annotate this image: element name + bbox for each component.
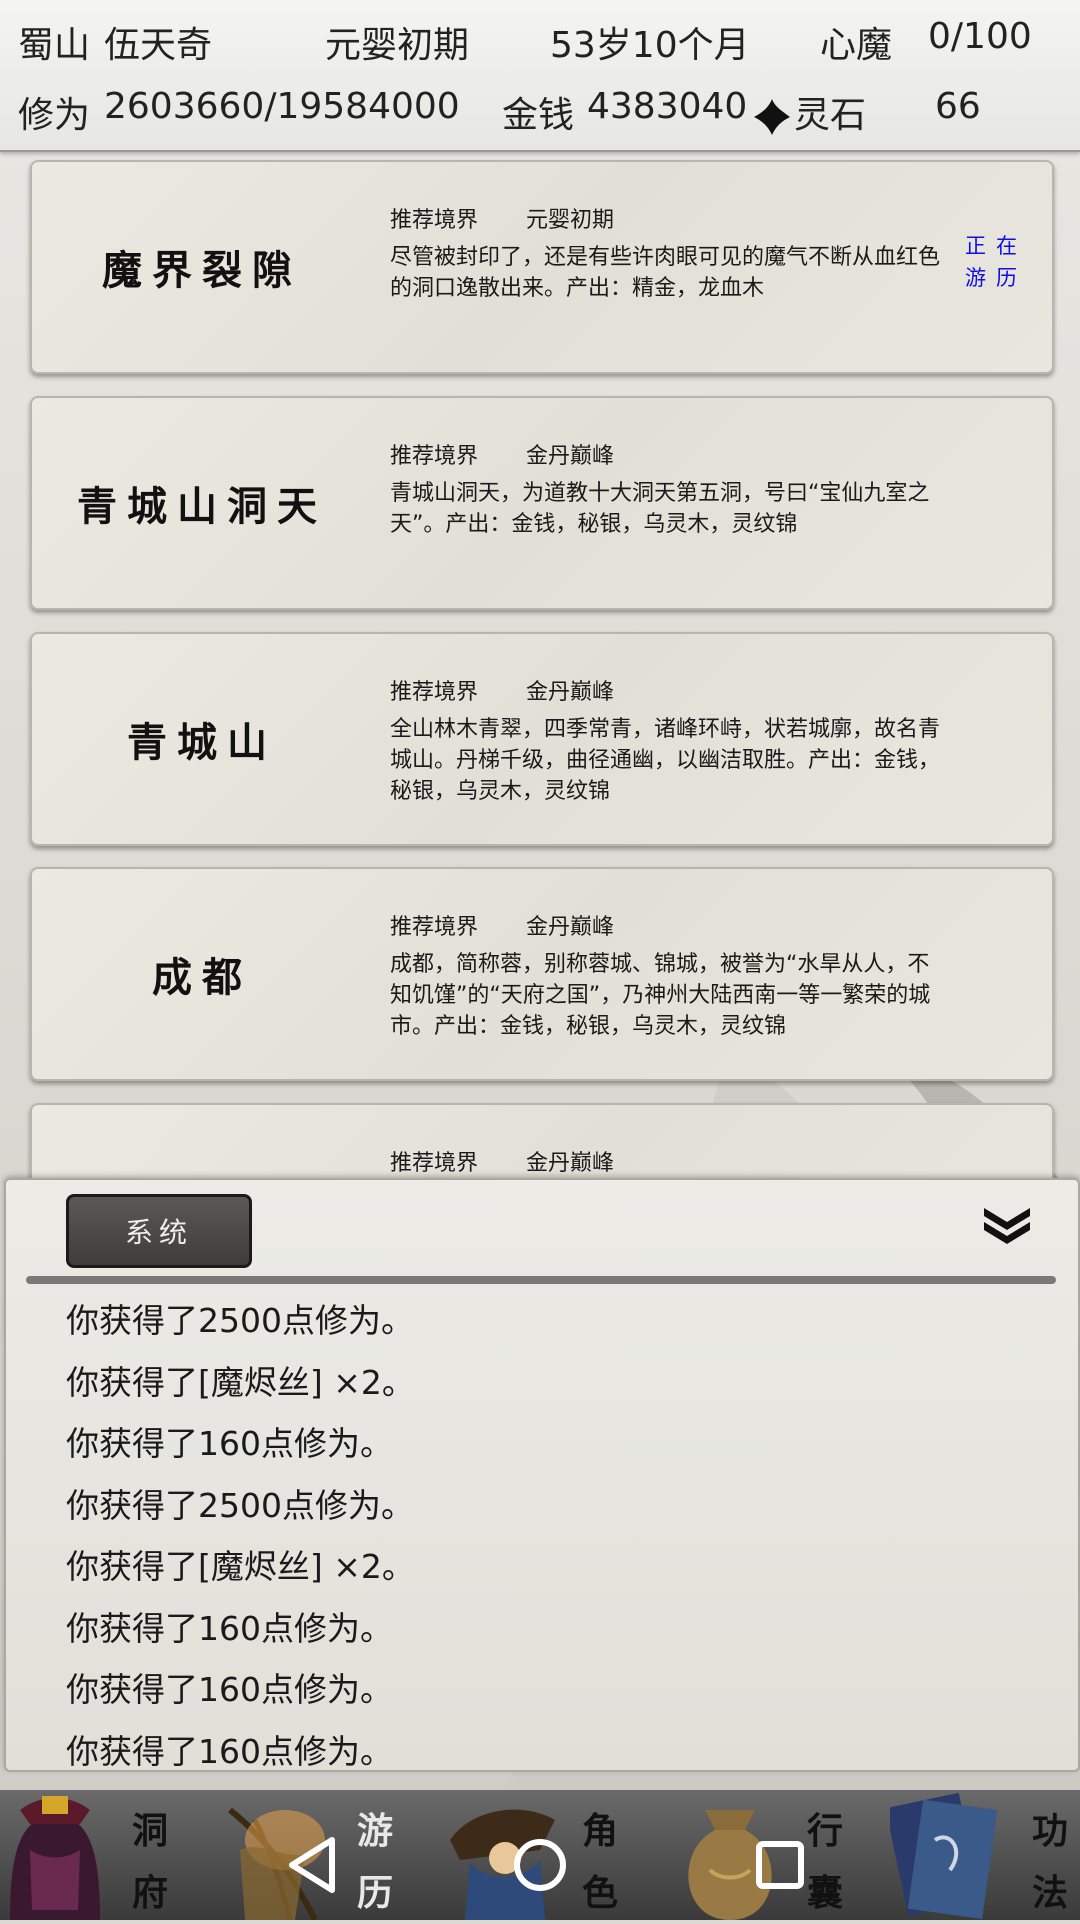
location-name: 成都 (152, 954, 252, 1001)
realm-value: 金丹巅峰 (526, 444, 615, 469)
recommended-realm: 推荐境界 金丹巅峰 (390, 1145, 614, 1177)
message-list[interactable]: 你获得了2500点修为。 你获得了[魔烬丝] ×2。 你获得了160点修为。 你… (66, 1290, 415, 1771)
back-icon[interactable] (270, 1810, 360, 1920)
panel-divider (26, 1276, 1056, 1284)
realm-value: 元婴初期 (526, 208, 615, 233)
location-description: 全山林木青翠，四季常青，诸峰环峙，状若城廓，故名青城山。丹梯千级，曲径通幽，以幽… (390, 717, 941, 804)
nav-label-2: 法 (1031, 1872, 1068, 1914)
location-card[interactable]: 青城山洞天 推荐境界 金丹巅峰 青城山洞天，为道教十大洞天第五洞，号曰“宝仙九室之… (30, 396, 1054, 610)
location-description: 青城山洞天，为道教十大洞天第五洞，号曰“宝仙九室之天”。产出：金钱，秘银，乌灵木… (390, 481, 930, 537)
nav-label: 洞府 (125, 1800, 175, 1924)
realm-value: 金丹巅峰 (526, 1151, 615, 1176)
cultivation-label: 修为 (18, 95, 91, 136)
recommended-realm: 推荐境界 元婴初期 (390, 202, 614, 234)
spirit-stone-value: 66 (935, 86, 981, 127)
character-name: 伍天奇 (104, 25, 213, 66)
realm-label: 推荐境界 (390, 444, 479, 469)
book-icon (890, 1792, 998, 1920)
log-message: 你获得了2500点修为。 (66, 1301, 414, 1340)
status-header: 蜀山 伍天奇 元婴初期 53岁10个月 心魔 0/100 修为 2603660/… (0, 0, 1080, 152)
realm-value: 元婴初期 (325, 25, 470, 66)
recommended-realm: 推荐境界 金丹巅峰 (390, 674, 614, 706)
log-message: 你获得了2500点修为。 (66, 1485, 414, 1525)
log-message: 你获得了160点修为。 (66, 1424, 393, 1463)
location-description: 成都，简称蓉，别称蓉城、锦城，被誉为“水旱从人，不知饥馑”的“天府之国”，乃神州… (390, 952, 931, 1039)
nav-item-skills[interactable]: 功法 (890, 1790, 1080, 1920)
spirit-stone: 灵石 (752, 86, 866, 138)
nav-label: 功法 (1025, 1800, 1075, 1924)
system-tab[interactable]: 系统 (66, 1194, 252, 1268)
spirit-stone-label: 灵石 (794, 95, 867, 136)
realm-label: 推荐境界 (390, 1151, 479, 1176)
realm-value: 金丹巅峰 (526, 915, 615, 940)
location-label: 蜀山 (18, 25, 91, 66)
recommended-realm: 推荐境界 金丹巅峰 (390, 909, 614, 941)
log-message: 你获得了160点修为。 (66, 1608, 393, 1648)
home-icon[interactable] (495, 1810, 585, 1920)
location-name: 青城山 (127, 719, 277, 766)
log-message: 你获得了[魔烬丝] ×2。 (66, 1547, 415, 1586)
nav-label-1: 洞 (131, 1810, 168, 1852)
log-message: 你获得了[魔烬丝] ×2。 (66, 1362, 415, 1402)
demon-label: 心魔 (820, 25, 893, 66)
travel-status-badge: 正在游历 (965, 234, 1027, 290)
age-value: 53岁10个月 (550, 25, 750, 66)
location-name: 青城山洞天 (77, 483, 327, 530)
palace-icon (10, 1796, 100, 1920)
location-description: 尽管被封印了，还是有些许肉眼可见的魔气不断从血红色的洞口逸散出来。产出：精金，龙… (390, 245, 941, 301)
location-card[interactable]: 成都 推荐境界 金丹巅峰 成都，简称蓉，别称蓉城、锦城，被誉为“水旱从人，不知饥馑… (30, 867, 1054, 1081)
log-message: 你获得了160点修为。 (66, 1731, 393, 1771)
realm-label: 推荐境界 (390, 915, 479, 940)
log-message: 你获得了160点修为。 (66, 1670, 393, 1709)
recommended-realm: 推荐境界 金丹巅峰 (390, 438, 614, 470)
demon-value: 0/100 (928, 16, 1032, 57)
nav-label-2: 府 (131, 1872, 168, 1914)
nav-item-cave[interactable]: 洞府 (0, 1790, 180, 1920)
realm-label: 推荐境界 (390, 680, 479, 705)
collapse-chevron-icon[interactable] (980, 1202, 1034, 1246)
location-name: 魔界裂隙 (102, 247, 302, 294)
location-card[interactable]: 魔界裂隙 推荐境界 元婴初期 尽管被封印了，还是有些许肉眼可见的魔气不断从血红色的… (30, 160, 1054, 374)
money-value: 4383040 (587, 86, 748, 127)
money-label: 金钱 (502, 95, 575, 136)
realm-label: 推荐境界 (390, 208, 479, 233)
nav-label-1: 功 (1031, 1810, 1068, 1852)
cultivation-value: 2603660/19584000 (104, 86, 460, 127)
recents-icon[interactable] (735, 1810, 825, 1920)
spirit-stone-icon (754, 99, 790, 135)
message-log-panel: 系统 你获得了2500点修为。 你获得了[魔烬丝] ×2。 你获得了160点修为… (4, 1178, 1080, 1772)
realm-value: 金丹巅峰 (526, 680, 615, 705)
location-card[interactable]: 青城山 推荐境界 金丹巅峰 全山林木青翠，四季常青，诸峰环峙，状若城廓，故名青城山… (30, 632, 1054, 846)
